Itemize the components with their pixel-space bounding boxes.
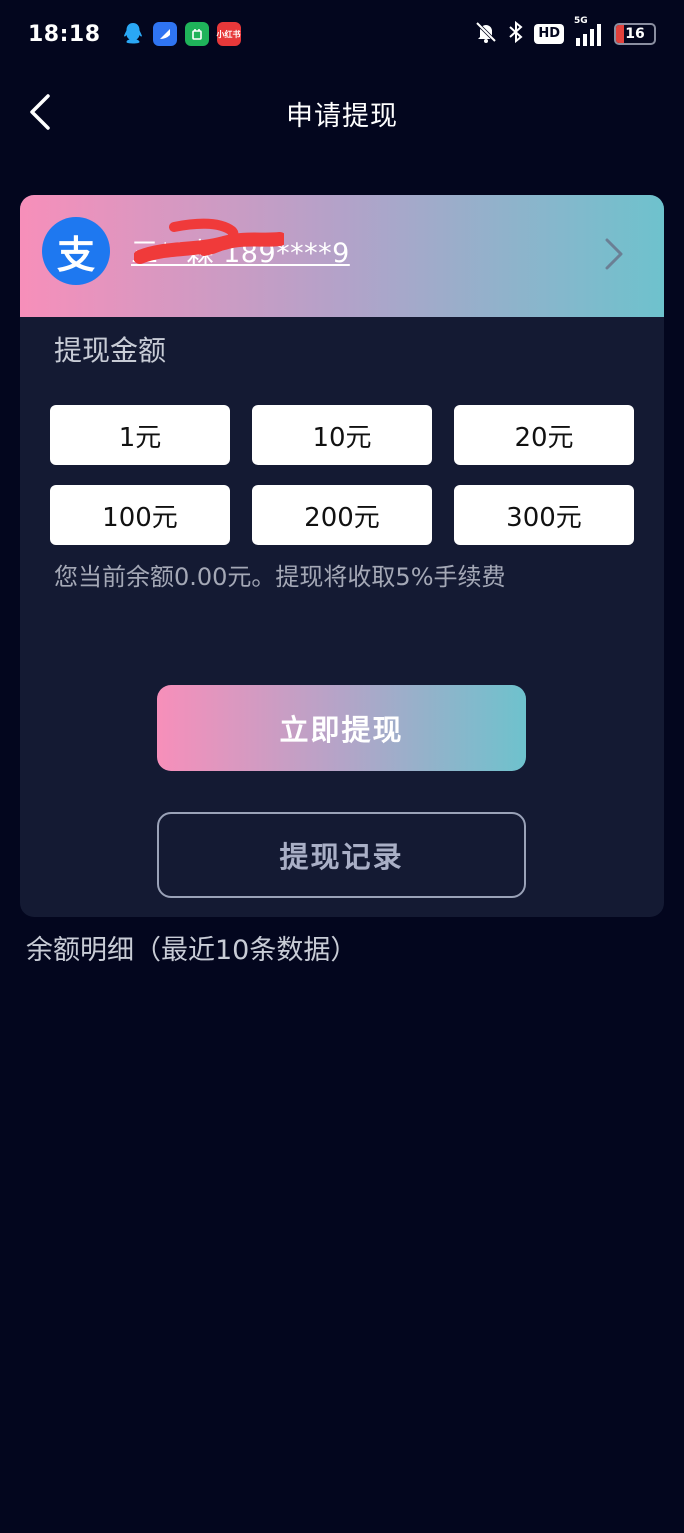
balance-note: 您当前余额0.00元。提现将收取5%手续费 (54, 563, 506, 591)
amount-option-100[interactable]: 100元 (50, 485, 230, 545)
network-type: 5G (574, 16, 588, 26)
bluetooth-icon (508, 20, 524, 48)
amount-option-200[interactable]: 200元 (252, 485, 432, 545)
balance-details-title: 余额明细（最近10条数据） (26, 935, 358, 966)
chevron-right-icon (605, 238, 623, 270)
page-title: 申请提现 (286, 101, 398, 132)
amount-options: 1元 10元 20元 100元 200元 300元 (50, 405, 634, 545)
amount-option-20[interactable]: 20元 (454, 405, 634, 465)
blue-app-icon (152, 22, 177, 46)
qq-icon (121, 22, 145, 46)
amount-option-1[interactable]: 1元 (50, 405, 230, 465)
amount-option-300[interactable]: 300元 (454, 485, 634, 545)
amount-option-10[interactable]: 10元 (252, 405, 432, 465)
hd-badge: HD (534, 24, 564, 44)
status-app-icons: 小红书 (121, 22, 241, 46)
mute-bell-icon (474, 20, 498, 48)
alipay-icon: 支 (42, 217, 110, 285)
withdraw-card: 支 三**森 189****9 提现金额 1元 10元 20元 100元 200… (20, 195, 664, 917)
xiaohongshu-icon: 小红书 (216, 22, 241, 46)
nav-header: 申请提现 (0, 80, 684, 144)
status-bar: 18:18 小红书 HD 5G 16 (0, 0, 684, 68)
amount-section-label: 提现金额 (54, 334, 167, 367)
account-selector[interactable]: 支 三**森 189****9 (20, 195, 664, 317)
signal-icon: 5G (574, 16, 604, 46)
withdraw-records-button[interactable]: 提现记录 (157, 812, 526, 898)
status-time: 18:18 (28, 21, 101, 47)
withdraw-now-button[interactable]: 立即提现 (157, 685, 526, 771)
battery-level: 16 (625, 26, 645, 42)
status-indicators: HD 5G 16 (474, 16, 656, 48)
battery-indicator: 16 (614, 23, 656, 45)
green-app-icon (184, 22, 209, 46)
redaction-scribble (134, 218, 284, 264)
